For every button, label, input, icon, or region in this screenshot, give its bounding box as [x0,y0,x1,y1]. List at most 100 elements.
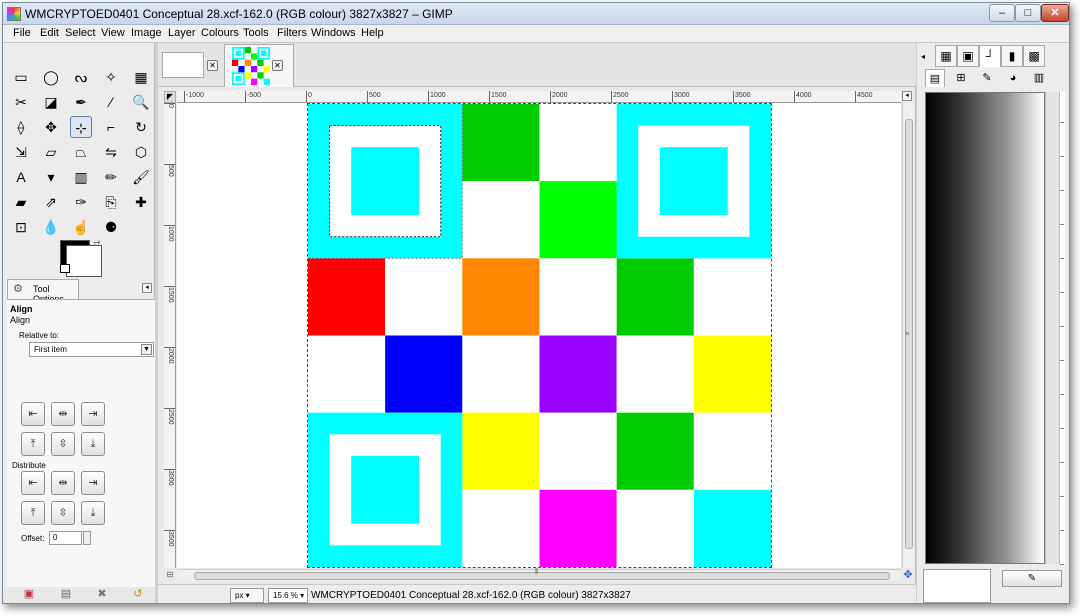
tab-tool-options[interactable]: ⚙ Tool Options [7,279,79,304]
brush-tab-icon[interactable]: ▣ [957,45,979,67]
navigate-icon[interactable]: ✥ [902,569,914,581]
background-colour-swatch[interactable] [66,245,102,277]
image-canvas[interactable] [307,103,772,568]
colormap-icon[interactable]: ◕ [1003,69,1023,87]
menu-image[interactable]: Image [131,27,162,39]
channels-icon[interactable]: ⊞ [951,69,971,87]
palette-icon[interactable]: ▩ [1023,45,1045,67]
dock-scroll-track[interactable] [1059,92,1065,564]
delete-options-icon[interactable]: ✖ [94,587,110,601]
blur-tool-icon[interactable]: 💧 [40,216,62,238]
eraser-tool-icon[interactable]: ▰ [10,191,32,213]
text-tool-icon[interactable]: A [10,166,32,188]
restore-options-icon[interactable]: ▤ [58,587,74,601]
menu-help[interactable]: Help [361,27,384,39]
distribute-middles-vertical-button[interactable]: ⇳ [51,501,75,525]
flip-tool-icon[interactable]: ⇋ [100,141,122,163]
menu-edit[interactable]: Edit [40,27,59,39]
menu-layer[interactable]: Layer [168,27,196,39]
close-icon[interactable]: ✕ [272,60,283,71]
free-select-tool-icon[interactable]: ᔓ [70,66,92,88]
blend-tool-icon[interactable]: ▥ [70,166,92,188]
reset-options-icon[interactable]: ↺ [130,587,146,601]
heal-tool-icon[interactable]: ✚ [130,191,152,213]
measure-tool-icon[interactable]: ⟠ [10,116,32,138]
edit-brush-icon[interactable]: ✎ [1002,570,1062,587]
select-by-colour-tool-icon[interactable]: ▦ [130,66,152,88]
offset-spin-button[interactable] [83,531,91,545]
tab-menu-icon[interactable]: ◂ [142,283,152,293]
close-icon[interactable]: ✕ [207,60,218,71]
vertical-scrollbar[interactable]: ≡ [902,103,914,568]
image-tab-thumbnail-1[interactable] [162,52,204,78]
gradient-icon[interactable]: ▮ [1001,45,1023,67]
paths-icon[interactable]: ✎ [977,69,997,87]
canvas-viewport[interactable] [177,103,901,568]
horizontal-ruler[interactable]: -1000 -500 0 500 1000 1500 2000 2500 3000 3500 400… [177,91,901,103]
relative-to-select[interactable]: First item ▼ [29,342,154,357]
vertical-ruler[interactable]: 0 500 1000 1500 2000 2500 3000 3500 [164,103,176,568]
patterns-icon[interactable]: ▦ [935,45,957,67]
layers-icon[interactable]: ▤ [925,69,945,87]
menu-windows[interactable]: Windows [311,27,356,39]
menu-tools[interactable]: Tools [243,27,269,39]
bucket-fill-tool-icon[interactable]: ▾ [40,166,62,188]
horizontal-scroll-thumb[interactable] [194,572,890,580]
menu-filters[interactable]: Filters [277,27,307,39]
move-tool-icon[interactable]: ✥ [40,116,62,138]
zoom-tool-icon[interactable]: 🔍 [130,91,152,113]
brush-gradient-preview[interactable] [925,92,1045,564]
close-icon[interactable]: ✕ [1041,4,1069,22]
clone-tool-icon[interactable]: ⎘ [100,191,122,213]
dock-scrollbar[interactable] [1045,92,1065,565]
distribute-right-edges-button[interactable]: ⇥ [81,471,105,495]
distribute-top-edges-button[interactable]: ⤒ [21,501,45,525]
zoom-image-icon[interactable]: ⊟ [164,569,176,581]
align-top-edge-button[interactable]: ⤒ [21,432,45,456]
distribute-centers-horizontal-button[interactable]: ⇹ [51,471,75,495]
align-bottom-edge-button[interactable]: ⤓ [81,432,105,456]
pencil-tool-icon[interactable]: ✏ [100,166,122,188]
chevron-down-icon[interactable]: ▼ [141,344,152,355]
align-center-horizontal-button[interactable]: ⇹ [51,402,75,426]
horizontal-scrollbar[interactable]: ⦀ [177,567,901,581]
menu-select[interactable]: Select [65,27,96,39]
airbrush-tool-icon[interactable]: ⇗ [40,191,62,213]
histogram-icon[interactable]: ▥ [1029,69,1049,87]
ellipse-select-tool-icon[interactable]: ◯ [40,66,62,88]
maximize-icon[interactable]: □ [1015,4,1041,22]
menu-file[interactable]: File [13,27,31,39]
perspective-tool-icon[interactable]: ⏢ [70,141,92,163]
reset-colours-icon[interactable] [60,264,70,273]
rect-select-tool-icon[interactable]: ▭ [10,66,32,88]
cage-transform-tool-icon[interactable]: ⬡ [130,141,152,163]
paintbrush-tool-icon[interactable]: 🖌 [130,166,152,188]
image-tab-thumbnail-2[interactable] [232,47,270,85]
smudge-tool-icon[interactable]: ☝ [70,216,92,238]
distribute-left-edges-button[interactable]: ⇤ [21,471,45,495]
scale-tool-icon[interactable]: ⇲ [10,141,32,163]
dock-menu-icon[interactable]: ◂ [921,52,931,62]
align-middle-vertical-button[interactable]: ⇳ [51,432,75,456]
fuzzy-select-tool-icon[interactable]: ✧ [100,66,122,88]
zoom-select[interactable]: 15.6 % ▾ [268,588,308,603]
quick-mask-corner-icon[interactable]: ◤ [164,91,176,103]
minimize-icon[interactable]: – [989,4,1015,22]
rotate-tool-icon[interactable]: ↻ [130,116,152,138]
dodge-burn-tool-icon[interactable]: ⚈ [100,216,122,238]
align-left-edge-button[interactable]: ⇤ [21,402,45,426]
menu-view[interactable]: View [101,27,125,39]
align-tool-icon[interactable]: ⊹ [70,116,92,138]
navigate-menu-icon[interactable]: ◂ [902,91,912,101]
perspective-clone-tool-icon[interactable]: ⊡ [10,216,32,238]
shear-tool-icon[interactable]: ▱ [40,141,62,163]
offset-input[interactable]: 0 [49,531,82,545]
distribute-bottom-edges-button[interactable]: ⤓ [81,501,105,525]
save-options-icon[interactable]: ▣ [21,587,37,601]
menu-colours[interactable]: Colours [201,27,239,39]
unit-select[interactable]: px ▾ [230,588,264,603]
align-right-edge-button[interactable]: ⇥ [81,402,105,426]
crop-tool-icon[interactable]: ⌐ [100,116,122,138]
scissors-select-tool-icon[interactable]: ✂ [10,91,32,113]
ink-tool-icon[interactable]: ✑ [70,191,92,213]
